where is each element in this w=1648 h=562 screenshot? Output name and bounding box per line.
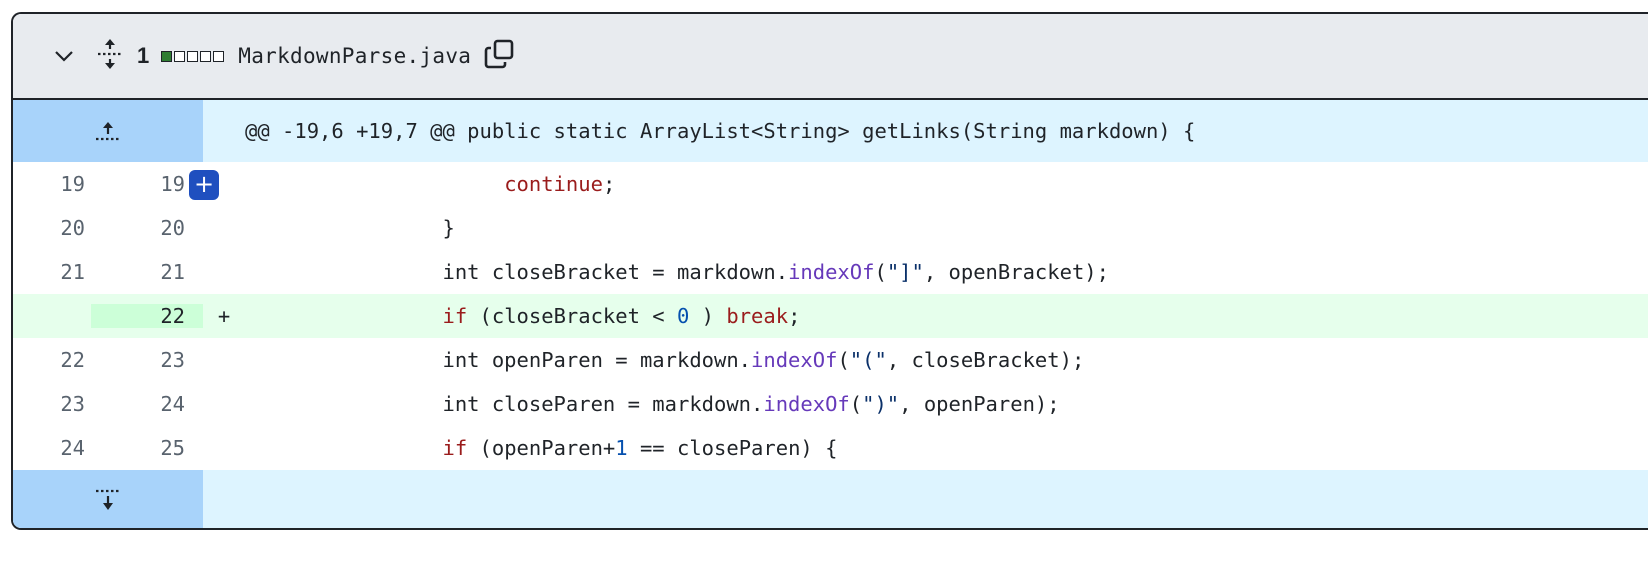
new-line-number[interactable]: 25 [91, 436, 203, 460]
code-token: 1 [615, 436, 628, 460]
code-token: (openParen+ [467, 436, 616, 460]
old-line-number[interactable]: 21 [13, 260, 91, 284]
code-token: , openBracket); [923, 260, 1109, 284]
code-token: ( [837, 348, 850, 372]
new-line-number[interactable]: 21 [91, 260, 203, 284]
code-token: continue [504, 172, 603, 196]
code-line: int closeBracket = markdown.indexOf("]",… [245, 260, 1109, 284]
unfold-icon[interactable] [95, 37, 137, 75]
file-header: 1 MarkdownParse.java [13, 14, 1648, 100]
old-line-number[interactable]: 22 [13, 348, 91, 372]
new-line-number-text: 19 [160, 172, 185, 196]
code-token: indexOf [763, 392, 850, 416]
added-line: 22 + if (closeBracket < 0 ) break; [13, 294, 1648, 338]
diffstat-square-neutral [200, 50, 212, 62]
code-line: if (openParen+1 == closeParen) { [245, 436, 837, 460]
hunk-header: @@ -19,6 +19,7 @@ public static ArrayLis… [245, 119, 1196, 143]
old-line-number[interactable]: 24 [13, 436, 91, 460]
hunk-header-row: @@ -19,6 +19,7 @@ public static ArrayLis… [13, 100, 1648, 162]
diff-marker: + [217, 304, 231, 328]
context-line: 22 23 int openParen = markdown.indexOf("(… [13, 338, 1648, 382]
context-line: 21 21 int closeBracket = markdown.indexOf… [13, 250, 1648, 294]
code-token: "(" [849, 348, 887, 372]
code-line: if (closeBracket < 0 ) break; [245, 304, 800, 328]
old-line-number[interactable]: 20 [13, 216, 91, 240]
code-token: (closeBracket < [467, 304, 677, 328]
change-count: 1 [137, 43, 150, 68]
new-line-number[interactable]: 19 + [91, 170, 219, 200]
code-line: } [245, 216, 455, 240]
file-diff: 1 MarkdownParse.java @@ -19,6 +19,7 @@ p… [11, 12, 1648, 530]
old-line-number[interactable]: 19 [13, 172, 91, 196]
code-line: continue; [245, 172, 615, 196]
code-token: == closeParen) { [627, 436, 838, 460]
new-line-number-text: 24 [160, 392, 185, 416]
code-token: } [245, 216, 455, 240]
code-token: ( [849, 392, 863, 416]
code-token: indexOf [788, 260, 875, 284]
code-token: indexOf [751, 348, 838, 372]
code-token: int openParen = markdown. [245, 348, 752, 372]
context-line: 24 25 if (openParen+1 == closeParen) { [13, 426, 1648, 470]
context-line: 19 19 + continue; [13, 162, 1648, 206]
code-token: ; [602, 172, 616, 196]
new-line-number-text: 20 [160, 216, 185, 240]
diffstat-square-neutral [187, 50, 199, 62]
context-line: 23 24 int closeParen = markdown.indexOf("… [13, 382, 1648, 426]
new-line-number[interactable]: 22 [91, 304, 203, 328]
code-token: ( [874, 260, 887, 284]
expand-down-row [13, 470, 1648, 528]
code-token: int closeParen = markdown. [245, 392, 764, 416]
code-token: ; [788, 304, 801, 328]
code-token: if [442, 304, 468, 328]
new-line-number-text: 21 [160, 260, 185, 284]
old-line-number[interactable]: 23 [13, 392, 91, 416]
file-name[interactable]: MarkdownParse.java [238, 44, 471, 68]
new-line-number[interactable]: 20 [91, 216, 203, 240]
code-token: 0 [677, 304, 690, 328]
diffstat [161, 50, 225, 62]
code-token: break [726, 304, 789, 328]
new-line-number-text: 23 [160, 348, 185, 372]
code-token: int closeBracket = markdown. [245, 260, 789, 284]
code-token: "]" [886, 260, 924, 284]
diffstat-square-add [161, 50, 173, 62]
new-line-number[interactable]: 23 [91, 348, 203, 372]
plus-icon[interactable]: + [189, 170, 219, 200]
expand-down-icon[interactable] [13, 470, 203, 528]
chevron-down-icon[interactable] [51, 43, 77, 69]
code-line: int openParen = markdown.indexOf("(", cl… [245, 348, 1084, 372]
code-token: , openParen); [899, 392, 1060, 416]
code-line: int closeParen = markdown.indexOf(")", o… [245, 392, 1060, 416]
diffstat-square-neutral [213, 50, 225, 62]
code-token: ")" [862, 392, 900, 416]
diffstat-square-neutral [174, 50, 186, 62]
new-line-number-text: 25 [160, 436, 185, 460]
code-token: , closeBracket); [886, 348, 1085, 372]
expand-up-icon[interactable] [13, 100, 203, 162]
new-line-number-text: 22 [160, 304, 185, 328]
code-token: if [442, 436, 468, 460]
context-line: 20 20 } [13, 206, 1648, 250]
copy-icon[interactable] [483, 38, 515, 74]
code-token: ) [689, 304, 727, 328]
new-line-number[interactable]: 24 [91, 392, 203, 416]
